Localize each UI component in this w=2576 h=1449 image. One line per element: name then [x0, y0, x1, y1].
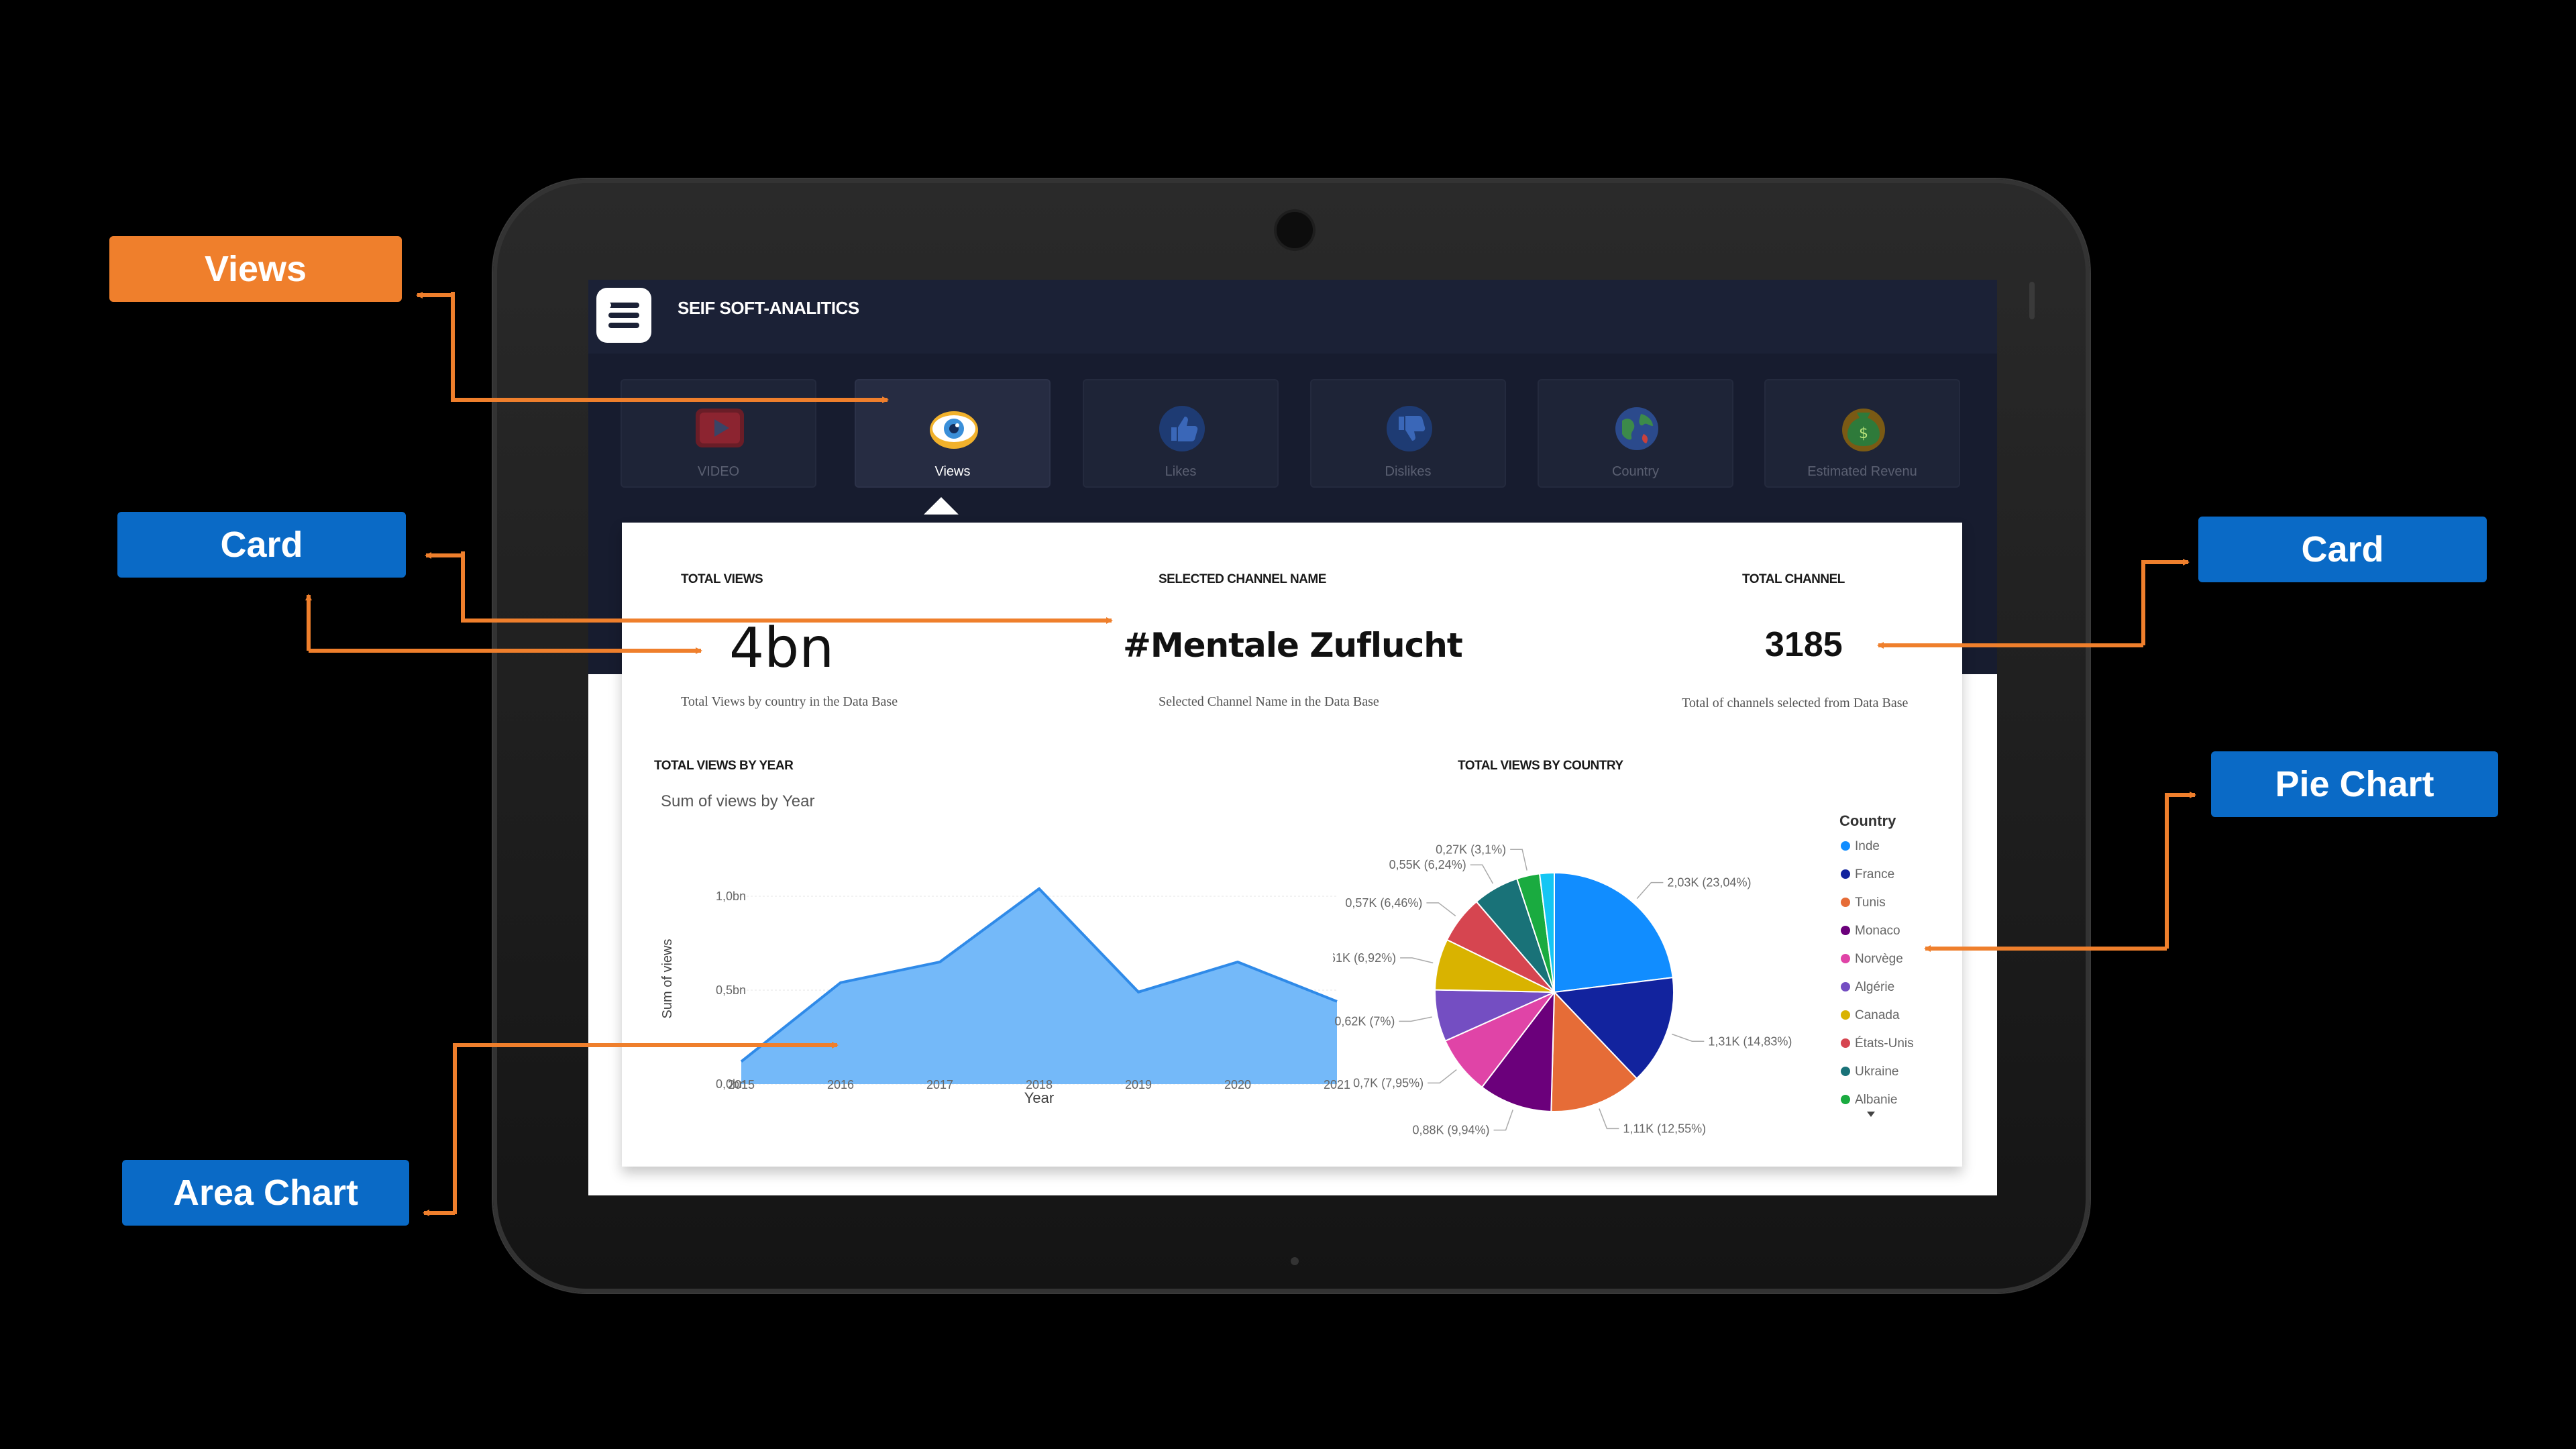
annotation-card-left: Card — [117, 512, 406, 578]
annotation-views: Views — [109, 236, 402, 302]
arrow-views — [451, 292, 889, 403]
arrow-pie-label — [2165, 792, 2196, 949]
arrow-area — [453, 1042, 839, 1214]
annotation-pie-chart: Pie Chart — [2211, 751, 2498, 817]
arrow-card-channel — [461, 551, 1113, 624]
annotation-card-right: Card — [2198, 517, 2487, 582]
annotation-arrows — [305, 292, 2196, 1216]
arrow-card-right-label — [2141, 559, 2190, 645]
annotation-area-chart: Area Chart — [122, 1160, 409, 1226]
